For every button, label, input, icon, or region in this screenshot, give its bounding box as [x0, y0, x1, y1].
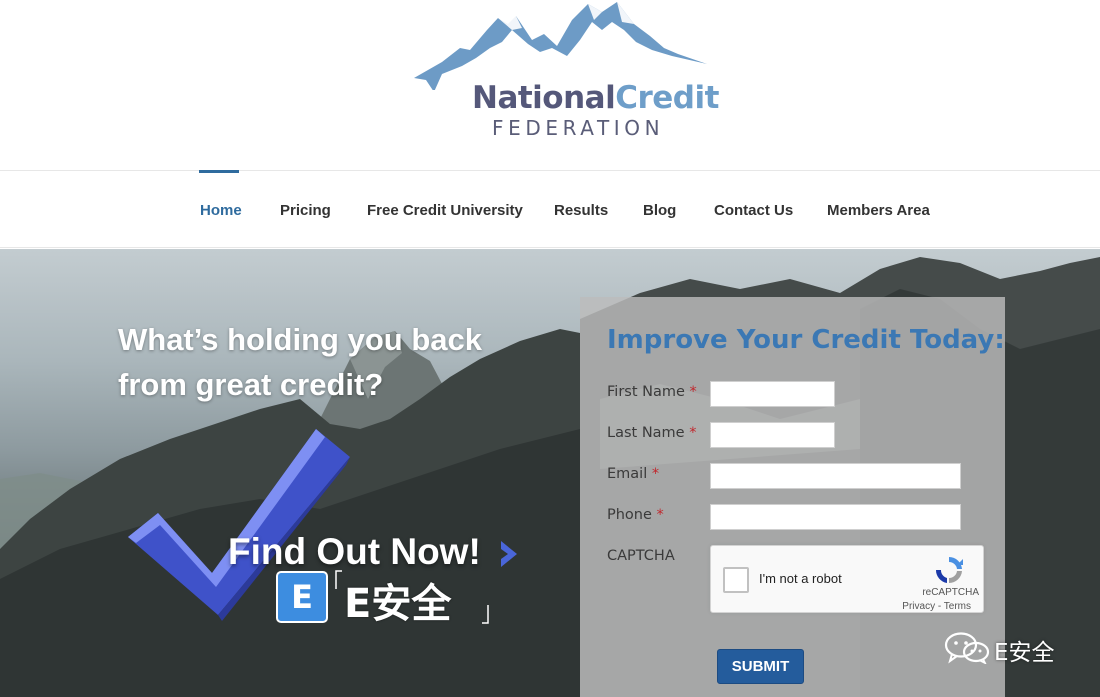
nav-item-blog[interactable]: Blog: [643, 202, 676, 219]
mountain-logo-icon: [414, 2, 707, 90]
email-input[interactable]: [710, 463, 961, 489]
nav-item-members-area[interactable]: Members Area: [827, 202, 930, 219]
nav-item-home[interactable]: Home: [200, 202, 242, 219]
recaptcha-text: I'm not a robot: [759, 571, 842, 586]
nav-item-contact-us[interactable]: Contact Us: [714, 202, 793, 219]
first-name-input[interactable]: [710, 381, 835, 407]
recaptcha-widget: I'm not a robot reCAPTCHA Privacy - Term…: [710, 545, 984, 613]
form-title: Improve Your Credit Today:: [607, 325, 1005, 355]
e-security-logo: E: [276, 571, 328, 623]
required-mark: *: [689, 384, 697, 400]
last-name-label: Last Name *: [607, 425, 697, 441]
recaptcha-checkbox[interactable]: [723, 567, 749, 593]
chevron-right-icon[interactable]: [498, 539, 520, 569]
recaptcha-icon: [935, 556, 963, 584]
main-nav: Home Pricing Free Credit University Resu…: [0, 170, 1100, 248]
logo-name-part2: Credit: [615, 80, 719, 116]
e-security-watermark-text: E安全: [344, 581, 452, 627]
nav-item-pricing[interactable]: Pricing: [280, 202, 331, 219]
first-name-label: First Name *: [607, 384, 697, 400]
recaptcha-privacy-terms-link[interactable]: Privacy - Terms: [902, 601, 971, 612]
wechat-watermark-text: E安全: [994, 640, 1055, 666]
captcha-label: CAPTCHA: [607, 548, 675, 564]
logo-name-part1: National: [472, 80, 616, 116]
signup-form: Improve Your Credit Today: First Name * …: [580, 297, 1005, 697]
required-mark: *: [651, 466, 660, 482]
phone-input[interactable]: [710, 504, 961, 530]
nav-item-free-credit-university[interactable]: Free Credit University: [367, 202, 523, 219]
submit-button[interactable]: SUBMIT: [717, 649, 804, 684]
hero-headline: What’s holding you back from great credi…: [118, 322, 482, 402]
wechat-icon: [944, 632, 990, 664]
logo-subtitle: FEDERATION: [492, 116, 665, 140]
nav-active-indicator: [199, 170, 239, 173]
email-label: Email *: [607, 466, 660, 482]
site-logo[interactable]: NationalCredit FEDERATION: [412, 0, 719, 145]
last-name-input[interactable]: [710, 422, 835, 448]
nav-item-results[interactable]: Results: [554, 202, 608, 219]
e-security-logo-letter: E: [291, 578, 313, 616]
hero-section: What’s holding you back from great credi…: [0, 249, 1100, 697]
logo-wordmark: NationalCredit: [472, 78, 719, 118]
recaptcha-brand: reCAPTCHA: [922, 587, 979, 598]
required-mark: *: [656, 507, 664, 523]
required-mark: *: [689, 425, 697, 441]
phone-label: Phone *: [607, 507, 664, 523]
site-header: NationalCredit FEDERATION: [0, 0, 1100, 170]
